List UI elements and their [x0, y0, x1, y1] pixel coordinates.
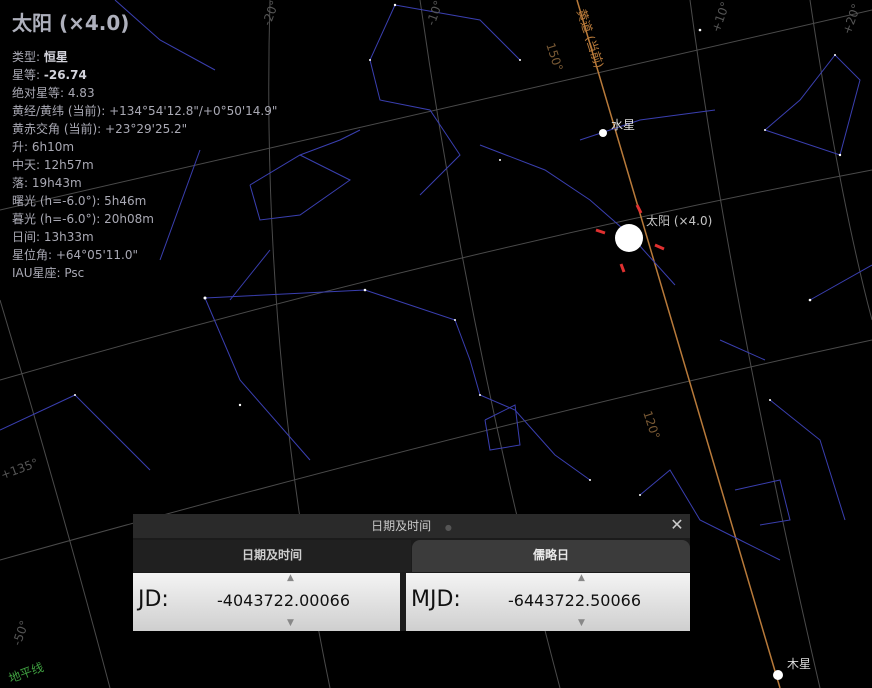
close-button[interactable]: ✕	[668, 516, 686, 534]
info-row-value: +64°05'11.0"	[55, 248, 138, 262]
jupiter-marker[interactable]	[773, 670, 783, 680]
info-row-label: 黄赤交角 (当前):	[12, 122, 106, 136]
info-row-value: 19h43m	[31, 176, 82, 190]
tab-julian-day[interactable]: 儒略日	[412, 540, 690, 572]
object-info-panel: 太阳 (×4.0) 类型: 恒星 星等: -26.74 绝对星等: 4.83 黄经/黄…	[12, 10, 277, 282]
info-row-label: 星位角:	[12, 248, 56, 262]
object-title: 太阳 (×4.0)	[12, 11, 130, 35]
info-row-label: 暮光 (h=-6.0°):	[12, 212, 105, 226]
info-row: 黄经/黄纬 (当前): +134°54'12.8"/+0°50'14.9"	[12, 102, 277, 120]
info-row-label: 落:	[12, 176, 32, 190]
jd-up-arrow[interactable]: ▲	[287, 574, 294, 583]
jd-panel: JD: ▲ -4043722.00066 ▼	[133, 573, 400, 631]
info-row-value: 4.83	[67, 86, 95, 100]
info-row: 落: 19h43m	[12, 174, 277, 192]
mjd-up-arrow[interactable]: ▲	[578, 574, 585, 583]
info-row-value: 12h57m	[43, 158, 94, 172]
dialog-dot-icon: ●	[444, 523, 452, 532]
info-row-label: 中天:	[12, 158, 44, 172]
jd-label: JD:	[138, 587, 169, 612]
sun-label: 太阳 (×4.0)	[646, 214, 713, 228]
info-row-value: 6h10m	[31, 140, 75, 154]
info-row: 曙光 (h=-6.0°): 5h46m	[12, 192, 277, 210]
info-row-label: 类型:	[12, 50, 44, 64]
info-row-value: +134°54'12.8"/+0°50'14.9"	[109, 104, 278, 118]
info-row-value: 20h08m	[104, 212, 154, 226]
info-row: IAU星座: Psc	[12, 264, 277, 282]
jupiter-label: 木星	[787, 657, 812, 671]
tab-date-time[interactable]: 日期及时间	[133, 540, 411, 572]
info-row: 绝对星等: 4.83	[12, 84, 277, 102]
jd-down-arrow[interactable]: ▼	[287, 619, 294, 628]
dialog-titlebar[interactable]: 日期及时间 ●	[133, 514, 690, 538]
info-row-value: 5h46m	[104, 194, 147, 208]
info-row: 中天: 12h57m	[12, 156, 277, 174]
info-row-label: 升:	[12, 140, 32, 154]
info-row: 升: 6h10m	[12, 138, 277, 156]
info-row-value: +23°29'25.2"	[105, 122, 188, 136]
mjd-panel: MJD: ▲ -6443722.50066 ▼	[406, 573, 690, 631]
info-row: 星位角: +64°05'11.0"	[12, 246, 277, 264]
info-row-label: 曙光 (h=-6.0°):	[12, 194, 105, 208]
dialog-title: 日期及时间	[371, 519, 432, 533]
info-row-label: 黄经/黄纬 (当前):	[12, 104, 110, 118]
info-row-label: 星等:	[12, 68, 44, 82]
mjd-down-arrow[interactable]: ▼	[578, 619, 585, 628]
info-row-label: 日间:	[12, 230, 44, 244]
info-row: 星等: -26.74	[12, 66, 277, 84]
mercury-label: 水星	[611, 118, 636, 132]
info-row-label: IAU星座:	[12, 266, 65, 280]
info-row-label: 绝对星等:	[12, 86, 68, 100]
mjd-value-input[interactable]: -6443722.50066	[508, 591, 641, 610]
info-row: 暮光 (h=-6.0°): 20h08m	[12, 210, 277, 228]
mercury-marker[interactable]	[599, 129, 607, 137]
info-row-value: Psc	[64, 266, 85, 280]
info-row-value: 13h33m	[43, 230, 94, 244]
date-time-dialog: 日期及时间 ● ✕ 日期及时间 儒略日 JD: ▲ -4043722.00066…	[133, 514, 690, 631]
info-row-value: -26.74	[43, 68, 87, 82]
jd-value-input[interactable]: -4043722.00066	[217, 591, 350, 610]
info-row: 黄赤交角 (当前): +23°29'25.2"	[12, 120, 277, 138]
info-row: 日间: 13h33m	[12, 228, 277, 246]
info-row-value: 恒星	[43, 50, 68, 64]
info-row: 类型: 恒星	[12, 48, 277, 66]
mjd-label: MJD:	[411, 587, 461, 612]
object-info-rows: 类型: 恒星 星等: -26.74 绝对星等: 4.83 黄经/黄纬 (当前): +1…	[12, 48, 277, 282]
